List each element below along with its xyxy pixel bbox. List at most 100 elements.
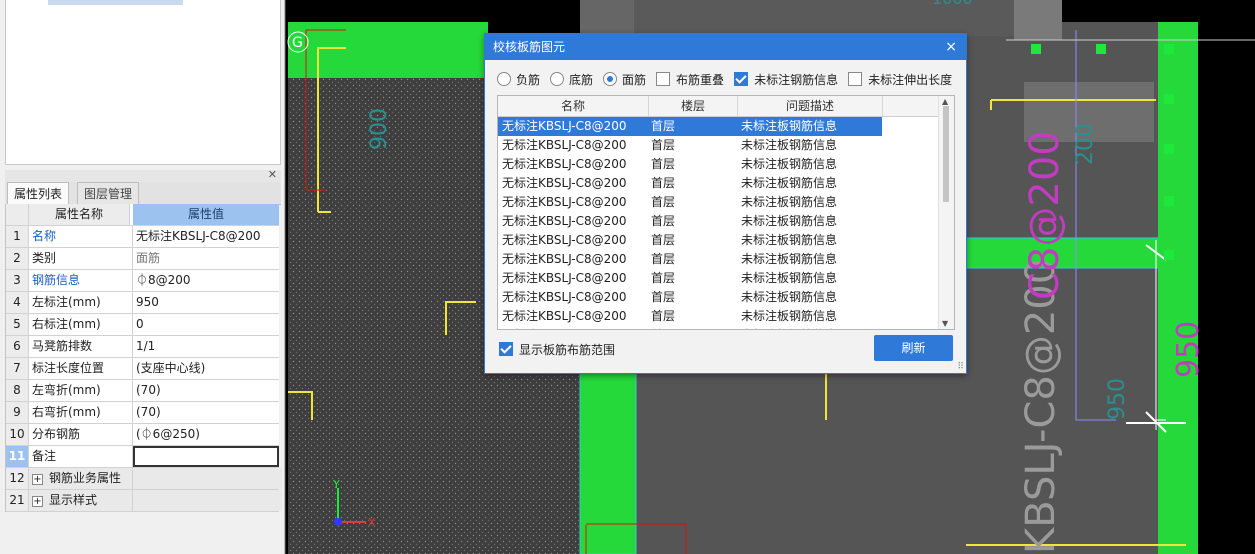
checkbox[interactable]	[734, 72, 749, 86]
close-icon[interactable]: ✕	[268, 168, 277, 181]
table-row[interactable]: 无标注KBSLJ-C8@200首层未标注板钢筋信息	[498, 288, 939, 307]
property-row[interactable]: 7 标注长度位置 (支座中心线)	[6, 358, 279, 380]
scroll-down-icon[interactable]: ▼	[942, 319, 948, 328]
property-value[interactable]: 面筋	[133, 248, 282, 269]
selected-list-item[interactable]	[48, 0, 183, 5]
table-row[interactable]: 无标注KBSLJ-C8@200首层未标注板钢筋信息	[498, 193, 939, 212]
row-number: 2	[6, 248, 29, 269]
table-row[interactable]: 无标注KBSLJ-C8@200首层未标注板钢筋信息	[498, 269, 939, 288]
option-checkbox[interactable]: 布筋重叠	[656, 71, 724, 89]
cell-name: 无标注KBSLJ-C8@200	[502, 309, 627, 323]
property-name-text: 分布钢筋	[32, 427, 81, 441]
column-header-name[interactable]: 属性名称	[29, 204, 130, 225]
column-header-floor[interactable]: 楼层	[649, 96, 738, 116]
property-name: 右弯折(mm)	[29, 402, 133, 423]
refresh-button[interactable]: 刷新	[874, 335, 953, 361]
property-value[interactable]: ⏀8@200	[133, 270, 282, 291]
expand-icon[interactable]: +	[32, 474, 43, 485]
column-header-value[interactable]: 属性值	[133, 204, 279, 225]
cell-description: 未标注板钢筋信息	[741, 157, 838, 171]
dialog-titlebar[interactable]: 校核板筋图元 ×	[485, 34, 966, 60]
table-row[interactable]: 无标注KBSLJ-C8@200首层未标注板钢筋信息	[498, 136, 939, 155]
property-row[interactable]: 3 钢筋信息 ⏀8@200	[6, 270, 279, 292]
cell-name: 无标注KBSLJ-C8@200	[502, 252, 627, 266]
table-row[interactable]: 无标注KBSLJ-C8@200首层未标注板钢筋信息	[498, 212, 939, 231]
checkbox[interactable]	[656, 72, 671, 86]
property-name: 右标注(mm)	[29, 314, 133, 335]
option-radio[interactable]: 负筋	[497, 71, 540, 89]
property-row[interactable]: 10 分布钢筋 (⏀6@250)	[6, 424, 279, 446]
resize-grip-icon[interactable]: ⠿	[957, 362, 964, 372]
property-value[interactable]: 950	[133, 292, 282, 313]
radio-button[interactable]	[550, 72, 565, 86]
table-row[interactable]: 无标注KBSLJ-C8@200首层未标注板钢筋信息	[498, 231, 939, 250]
table-row[interactable]: 无标注KBSLJ-C8@200首层未标注板钢筋信息	[498, 155, 939, 174]
property-row[interactable]: 12 + 钢筋业务属性	[6, 468, 282, 490]
cell-name: 无标注KBSLJ-C8@200	[502, 290, 627, 304]
property-value[interactable]	[133, 490, 282, 511]
property-row[interactable]: 21 + 显示样式	[6, 490, 282, 512]
row-number: 21	[6, 490, 29, 511]
property-name: 马凳筋排数	[29, 336, 133, 357]
cell-name: 无标注KBSLJ-C8@200	[502, 176, 627, 190]
row-number-header	[6, 204, 29, 225]
option-radio[interactable]: 面筋	[603, 71, 646, 89]
cell-name: 无标注KBSLJ-C8@200	[502, 233, 627, 247]
cell-description: 未标注板钢筋信息	[741, 309, 838, 323]
property-value[interactable]	[133, 446, 279, 467]
property-row[interactable]: 2 类别 面筋	[6, 248, 279, 270]
property-value[interactable]: (70)	[133, 402, 282, 423]
axis-label: G	[292, 35, 303, 51]
property-value[interactable]: 1/1	[133, 336, 282, 357]
cell-name: 无标注KBSLJ-C8@200	[502, 119, 627, 133]
property-value[interactable]: (支座中心线)	[133, 358, 282, 379]
property-value[interactable]: 无标注KBSLJ-C8@200	[133, 226, 282, 247]
table-row[interactable]: 无标注KBSLJ-C8@200首层未标注板钢筋信息	[498, 307, 939, 326]
property-row[interactable]: 6 马凳筋排数 1/1	[6, 336, 279, 358]
radio-button[interactable]	[497, 72, 511, 86]
property-value[interactable]: 0	[133, 314, 282, 335]
property-row[interactable]: 8 左弯折(mm) (70)	[6, 380, 279, 402]
tab-layer-management[interactable]: 图层管理	[77, 182, 140, 205]
property-grid-header: 属性名称 属性值	[6, 204, 279, 226]
property-name-text: 钢筋信息	[32, 273, 81, 287]
property-row[interactable]: 11 备注	[6, 446, 279, 468]
property-name-text: 钢筋业务属性	[49, 471, 122, 485]
rebar-label: KBSLJ-C8@200	[1018, 259, 1064, 554]
option-checkbox[interactable]: 未标注伸出长度	[848, 71, 952, 89]
property-value[interactable]: (70)	[133, 380, 282, 401]
table-scrollbar[interactable]: ▲ ▼	[938, 96, 954, 329]
scrollbar-thumb[interactable]	[943, 106, 949, 202]
table-row[interactable]: 无标注KBSLJ-C8@200首层未标注板钢筋信息	[498, 117, 882, 136]
row-number: 9	[6, 402, 29, 423]
expand-icon[interactable]: +	[32, 496, 43, 507]
show-range-option[interactable]: 显示板筋布筋范围	[499, 341, 615, 358]
cell-floor: 首层	[651, 233, 676, 247]
property-name-text: 类别	[32, 251, 57, 265]
radio-button[interactable]	[603, 72, 618, 86]
property-row[interactable]: 9 右弯折(mm) (70)	[6, 402, 279, 424]
table-row[interactable]: 无标注KBSLJ-C8@200首层未标注板钢筋信息	[498, 326, 939, 329]
table-row[interactable]: 无标注KBSLJ-C8@200首层未标注板钢筋信息	[498, 250, 939, 269]
property-value[interactable]	[133, 468, 282, 489]
table-row[interactable]: 无标注KBSLJ-C8@200首层未标注板钢筋信息	[498, 174, 939, 193]
property-value[interactable]: (⏀6@250)	[133, 424, 282, 445]
close-icon[interactable]: ×	[945, 34, 957, 60]
checkbox[interactable]	[848, 72, 863, 86]
show-range-checkbox[interactable]	[499, 342, 513, 356]
option-checkbox[interactable]: 未标注钢筋信息	[734, 71, 838, 89]
row-number: 6	[6, 336, 29, 357]
column-header-name[interactable]: 名称	[498, 96, 649, 116]
option-label: 面筋	[622, 73, 647, 87]
dimension-label-950-magenta: 950	[1171, 321, 1206, 378]
scroll-up-icon[interactable]: ▲	[942, 97, 948, 106]
column-header-description[interactable]: 问题描述	[738, 96, 883, 116]
dimension-label-200: 200	[1073, 123, 1098, 165]
property-row[interactable]: 1 名称 无标注KBSLJ-C8@200	[6, 226, 279, 248]
property-row[interactable]: 4 左标注(mm) 950	[6, 292, 279, 314]
cell-name: 无标注KBSLJ-C8@200	[502, 138, 627, 152]
tab-property-list[interactable]: 属性列表	[7, 182, 70, 205]
property-row[interactable]: 5 右标注(mm) 0	[6, 314, 279, 336]
option-radio[interactable]: 底筋	[550, 71, 593, 89]
property-name-text: 标注长度位置	[32, 361, 105, 375]
